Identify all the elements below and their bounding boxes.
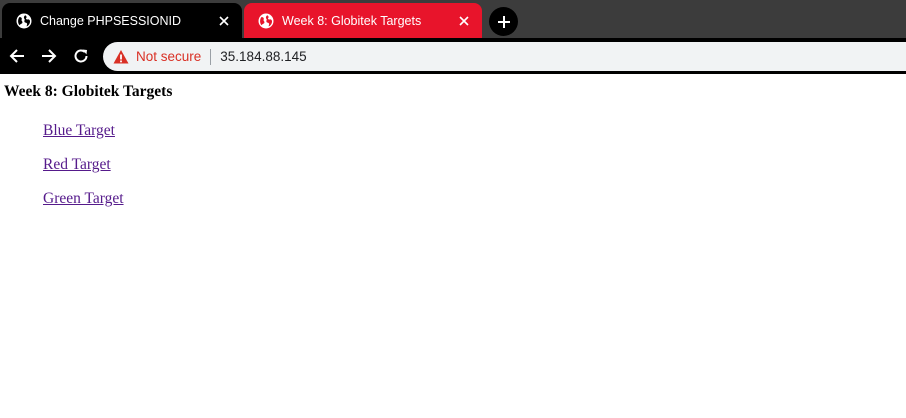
omnibox-divider (210, 48, 212, 65)
page-title: Week 8: Globitek Targets (4, 83, 173, 100)
page-content: Week 8: Globitek Targets Blue Target Red… (0, 74, 906, 418)
tab-strip: Change PHPSESSIONID Week 8: Globitek Tar… (0, 0, 906, 38)
tab-change-phpsessionid[interactable]: Change PHPSESSIONID (2, 3, 242, 38)
globe-icon (16, 13, 32, 28)
arrow-left-icon (9, 49, 24, 63)
tab-title: Change PHPSESSIONID (40, 13, 182, 28)
list-item: Blue Target (43, 122, 124, 156)
reload-icon (74, 49, 88, 63)
address-bar[interactable]: Not secure 35.184.88.145 (103, 42, 906, 71)
target-links-list: Blue Target Red Target Green Target (43, 122, 124, 224)
forward-button[interactable] (36, 43, 62, 69)
tab-title: Week 8: Globitek Targets (282, 13, 422, 28)
arrow-right-icon (42, 49, 57, 63)
new-tab-button[interactable] (489, 7, 518, 36)
blue-target-link[interactable]: Blue Target (43, 122, 115, 139)
tab-week8-globitek-targets[interactable]: Week 8: Globitek Targets (244, 3, 482, 38)
globe-icon (258, 13, 274, 28)
green-target-link[interactable]: Green Target (43, 190, 124, 207)
not-secure-label[interactable]: Not secure (136, 49, 201, 64)
warning-icon[interactable] (113, 49, 129, 65)
back-button[interactable] (4, 43, 30, 69)
reload-button[interactable] (68, 43, 94, 69)
url-text[interactable]: 35.184.88.145 (220, 49, 306, 64)
list-item: Green Target (43, 190, 124, 224)
close-tab-icon[interactable] (214, 11, 234, 31)
browser-toolbar: Not secure 35.184.88.145 (0, 38, 906, 74)
red-target-link[interactable]: Red Target (43, 156, 111, 173)
plus-icon (497, 15, 510, 28)
list-item: Red Target (43, 156, 124, 190)
close-tab-icon[interactable] (454, 11, 474, 31)
